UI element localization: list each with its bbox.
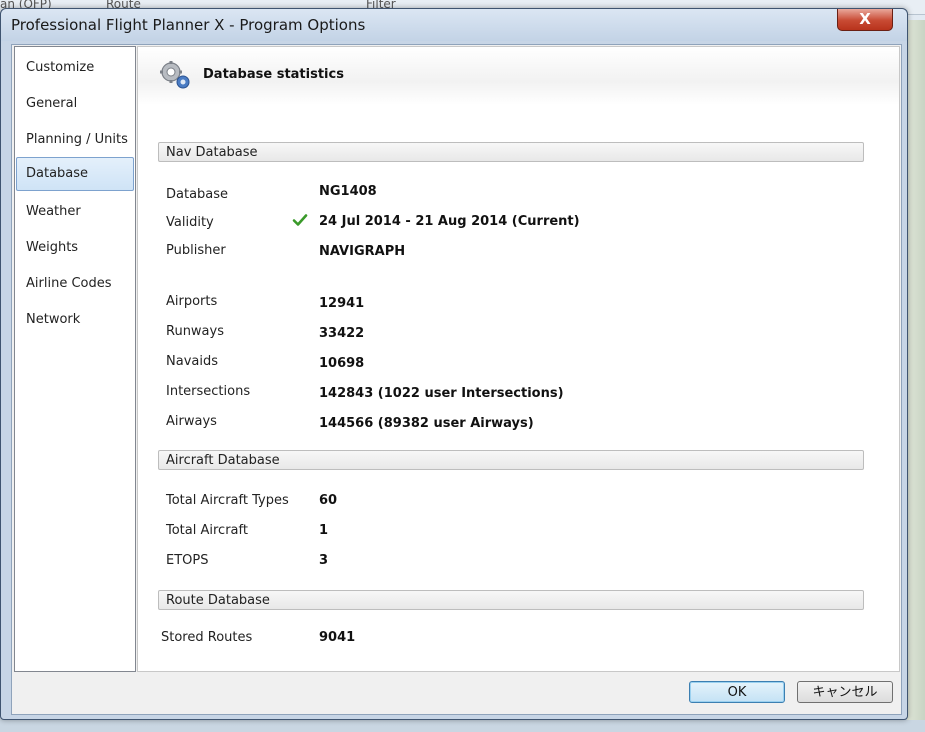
navaids-label: Navaids	[166, 354, 218, 369]
etops-value: 3	[319, 553, 329, 568]
total-aircraft-label: Total Aircraft	[166, 523, 248, 538]
etops-label: ETOPS	[166, 553, 209, 568]
nav-item-database[interactable]: Database	[16, 157, 134, 191]
intersections-label: Intersections	[166, 384, 251, 399]
window-title: Professional Flight Planner X - Program …	[11, 16, 366, 34]
nav-item-airline-codes[interactable]: Airline Codes	[16, 267, 134, 301]
gears-icon	[160, 61, 190, 89]
airways-value: 144566 (89382 user Airways)	[319, 416, 534, 431]
database-value: NG1408	[319, 184, 377, 199]
nav-item-weather[interactable]: Weather	[16, 195, 134, 229]
runways-label: Runways	[166, 324, 224, 339]
route-database-header: Route Database	[158, 590, 864, 610]
validity-label: Validity	[166, 215, 214, 230]
close-button[interactable]: X	[837, 9, 893, 31]
nav-item-general[interactable]: General	[16, 87, 134, 121]
nav-database-header: Nav Database	[158, 142, 864, 162]
stored-routes-label: Stored Routes	[161, 630, 253, 645]
database-statistics-panel: Database statistics Nav Database Databas…	[137, 46, 900, 672]
nav-item-customize[interactable]: Customize	[16, 51, 134, 85]
cancel-button[interactable]: キャンセル	[797, 681, 893, 703]
panel-header: Database statistics	[138, 47, 899, 105]
validity-value: 24 Jul 2014 - 21 Aug 2014 (Current)	[319, 214, 580, 229]
publisher-label: Publisher	[166, 243, 226, 258]
total-aircraft-value: 1	[319, 523, 329, 538]
ok-button[interactable]: OK	[689, 681, 785, 703]
database-label: Database	[166, 187, 229, 202]
options-nav: Customize General Planning / Units Datab…	[14, 46, 136, 672]
green-check-icon	[292, 214, 308, 226]
navaids-value: 10698	[319, 356, 365, 371]
title-bar[interactable]: Professional Flight Planner X - Program …	[1, 9, 907, 41]
program-options-dialog: Professional Flight Planner X - Program …	[0, 8, 908, 720]
nav-item-planning-units[interactable]: Planning / Units	[16, 123, 134, 157]
total-aircraft-types-value: 60	[319, 493, 338, 508]
airports-value: 12941	[319, 296, 365, 311]
nav-item-weights[interactable]: Weights	[16, 231, 134, 265]
intersections-value: 142843 (1022 user Intersections)	[319, 386, 564, 401]
publisher-value: NAVIGRAPH	[319, 244, 406, 259]
stored-routes-value: 9041	[319, 630, 356, 645]
page-title: Database statistics	[203, 67, 344, 82]
airways-label: Airways	[166, 414, 217, 429]
airports-label: Airports	[166, 294, 218, 309]
nav-item-network[interactable]: Network	[16, 303, 134, 337]
total-aircraft-types-label: Total Aircraft Types	[166, 493, 289, 508]
dialog-client-area: Customize General Planning / Units Datab…	[11, 44, 902, 715]
background-map-edge	[907, 20, 925, 720]
aircraft-database-header: Aircraft Database	[158, 450, 864, 470]
runways-value: 33422	[319, 326, 365, 341]
close-icon: X	[859, 10, 871, 28]
